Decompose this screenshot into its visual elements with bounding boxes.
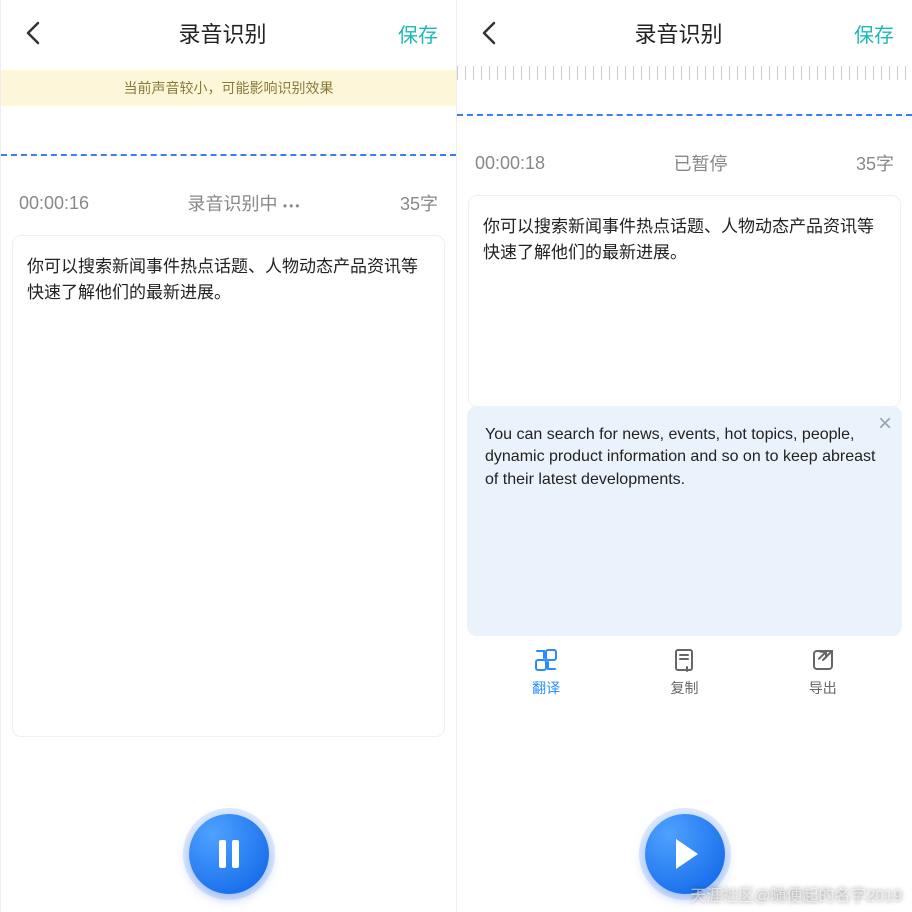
transcript-text: 你可以搜索新闻事件热点话题、人物动态产品资讯等快速了解他们的最新进展。 — [27, 257, 418, 302]
translate-button[interactable]: 翻译 — [532, 646, 560, 698]
pane-paused: 录音识别 保存 00:00:18 已暂停 35字 你可以搜索新闻事件热点话题、人… — [456, 0, 912, 912]
action-label: 复制 — [670, 678, 698, 698]
header: 录音识别 保存 — [457, 0, 912, 66]
waveform-line — [457, 114, 912, 118]
close-icon: × — [878, 410, 892, 437]
status-row: 00:00:18 已暂停 35字 — [457, 130, 912, 186]
export-icon — [809, 646, 837, 674]
elapsed-time: 00:00:18 — [475, 153, 545, 174]
pause-icon — [215, 838, 243, 870]
recording-state: 已暂停 — [545, 150, 856, 176]
low-volume-banner: 当前声音较小，可能影响识别效果 — [1, 70, 456, 106]
action-label: 翻译 — [532, 678, 560, 698]
transcript-text: 你可以搜索新闻事件热点话题、人物动态产品资讯等快速了解他们的最新进展。 — [483, 217, 874, 262]
back-button[interactable] — [19, 19, 47, 47]
pause-button[interactable] — [189, 814, 269, 894]
action-row: 翻译 复制 导出 — [457, 636, 912, 698]
recording-state: 录音识别中 — [89, 190, 400, 216]
translate-icon — [532, 646, 560, 674]
waveform-ruler — [457, 66, 912, 130]
page-title: 录音识别 — [178, 17, 266, 49]
waveform-ruler — [1, 106, 456, 170]
transcript-card: 你可以搜索新闻事件热点话题、人物动态产品资讯等快速了解他们的最新进展。 — [469, 196, 900, 406]
header: 录音识别 保存 — [1, 0, 456, 66]
ruler-ticks — [457, 66, 912, 80]
page-title: 录音识别 — [634, 17, 722, 49]
chevron-left-icon — [480, 19, 498, 47]
back-button[interactable] — [475, 19, 503, 47]
translation-text: You can search for news, events, hot top… — [485, 426, 875, 488]
action-label: 导出 — [809, 678, 837, 698]
copy-icon — [670, 646, 698, 674]
char-count: 35字 — [856, 150, 894, 176]
play-icon — [670, 837, 700, 871]
copy-button[interactable]: 复制 — [670, 646, 698, 698]
translation-panel: × You can search for news, events, hot t… — [467, 406, 902, 636]
status-row: 00:00:16 录音识别中 35字 — [1, 170, 456, 226]
transcript-card: 你可以搜索新闻事件热点话题、人物动态产品资讯等快速了解他们的最新进展。 — [13, 236, 444, 736]
waveform-line — [1, 154, 456, 158]
char-count: 35字 — [400, 190, 438, 216]
export-button[interactable]: 导出 — [809, 646, 837, 698]
elapsed-time: 00:00:16 — [19, 193, 89, 214]
pane-recording: 录音识别 保存 当前声音较小，可能影响识别效果 00:00:16 录音识别中 3… — [0, 0, 456, 912]
save-button[interactable]: 保存 — [854, 19, 894, 48]
chevron-left-icon — [24, 19, 42, 47]
save-button[interactable]: 保存 — [398, 19, 438, 48]
close-translation-button[interactable]: × — [878, 412, 892, 436]
play-button[interactable] — [645, 814, 725, 894]
